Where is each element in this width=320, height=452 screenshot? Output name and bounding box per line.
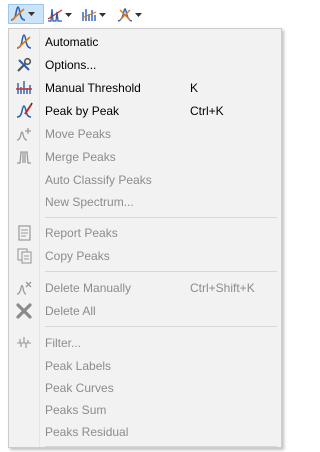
move-peaks-icon [15,125,33,143]
chevron-down-icon [134,6,142,24]
menu-item-label: Auto Classify Peaks [45,173,152,187]
menu-item-label: Move Peaks [45,127,112,141]
menu-item-delete-all[interactable]: Delete All [9,300,281,322]
menu-item-label: Filter... [45,336,82,350]
menu-item-filter[interactable]: Filter... [9,332,281,354]
menu-separator [45,217,277,218]
menu-item-peaks-sum[interactable]: Peaks Sum [9,399,281,421]
menu-item-label: Peaks Sum [45,403,107,417]
menu-item-label: Options... [45,58,97,72]
report-icon [15,224,33,242]
copy-icon [15,247,33,265]
menu-item-peaks-residual[interactable]: Peaks Residual [9,421,281,443]
menu-item-merge-peaks[interactable]: Merge Peaks [9,146,281,168]
automatic-peaks-dropdown-button[interactable] [8,4,44,24]
menu-item-label: Delete All [45,304,96,318]
menu-item-new-spectrum[interactable]: New Spectrum... [9,191,281,213]
menu-separator [45,446,277,447]
menu-item-shortcut: Ctrl+K [190,104,224,118]
menu-separator [45,326,277,327]
menu-item-label: Manual Threshold [45,81,141,95]
peak-star-dropdown-button[interactable] [116,4,146,26]
menu-item-move-peaks[interactable]: Move Peaks [9,123,281,145]
peak-line-icon [46,6,64,24]
delete-manually-icon [15,279,33,297]
chevron-down-icon [27,5,35,23]
peak-line-dropdown-button[interactable] [46,4,76,26]
menu-item-label: Peak by Peak [45,104,120,118]
menu-item-options[interactable]: Options... [9,54,281,76]
tools-icon [15,56,33,74]
delete-all-icon [15,302,33,320]
menu-item-report-peaks[interactable]: Report Peaks [9,222,281,244]
peak-star-icon [116,6,134,24]
menu-separator [45,271,277,272]
peak-fit-icon [9,5,27,23]
menu-item-label: New Spectrum... [45,195,134,209]
menu-item-label: Peaks Residual [45,425,129,439]
menu-item-manual-threshold[interactable]: Manual Threshold K [9,77,281,99]
peak-by-peak-icon [15,102,33,120]
peaks-toolbar [0,0,285,28]
filter-icon [15,334,33,352]
peaks-dropdown-menu: Automatic Options... Manual Threshold K [8,28,282,448]
menu-item-auto-classify-peaks[interactable]: Auto Classify Peaks [9,169,281,191]
menu-item-delete-manually[interactable]: Delete Manually Ctrl+Shift+K [9,277,281,299]
menu-item-label: Merge Peaks [45,150,116,164]
menu-item-peak-by-peak[interactable]: Peak by Peak Ctrl+K [9,100,281,122]
menu-item-label: Peak Curves [45,381,114,395]
menu-item-copy-peaks[interactable]: Copy Peaks [9,245,281,267]
menu-item-peak-labels[interactable]: Peak Labels [9,355,281,377]
menu-item-label: Copy Peaks [45,249,110,263]
automatic-peaks-icon [15,33,33,51]
menu-item-automatic[interactable]: Automatic [9,31,281,53]
threshold-icon [15,79,33,97]
menu-item-label: Delete Manually [45,281,132,295]
chevron-down-icon [98,6,106,24]
menu-item-label: Automatic [45,35,99,49]
menu-item-label: Report Peaks [45,226,118,240]
menu-item-peak-curves[interactable]: Peak Curves [9,377,281,399]
peak-bars-dropdown-button[interactable] [80,4,110,26]
menu-item-shortcut: K [190,81,199,95]
peak-bars-icon [80,6,98,24]
chevron-down-icon [64,6,72,24]
menu-item-label: Peak Labels [45,359,112,373]
merge-peaks-icon [15,148,33,166]
menu-item-shortcut: Ctrl+Shift+K [190,281,255,295]
